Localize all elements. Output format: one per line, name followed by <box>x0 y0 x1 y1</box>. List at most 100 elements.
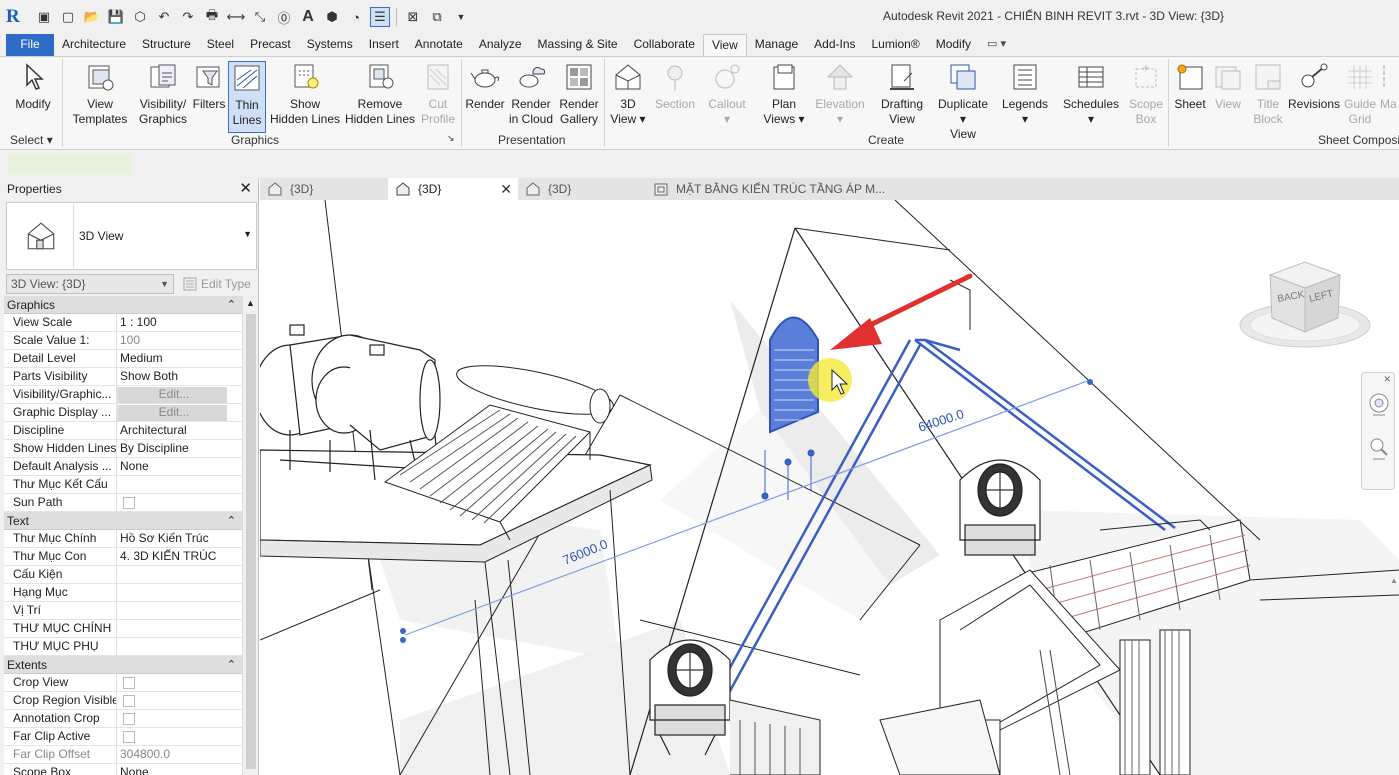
property-value[interactable]: 4. 3D KIẾN TRÚC <box>116 548 242 566</box>
property-value[interactable]: Hồ Sơ Kiến Trúc <box>116 530 242 548</box>
scope-box-button[interactable]: Scope Box <box>1124 61 1168 127</box>
view-tab-3d-1[interactable]: {3D} <box>260 178 388 200</box>
plan-views-button[interactable]: Plan Views ▾ <box>762 61 806 127</box>
edit-type-button[interactable]: Edit Type <box>181 274 251 294</box>
property-checkbox[interactable] <box>123 695 135 707</box>
tab-annotate[interactable]: Annotate <box>407 34 471 56</box>
revisions-button[interactable]: Revisions <box>1288 61 1340 112</box>
tab-precast[interactable]: Precast <box>242 34 299 56</box>
schedules-button[interactable]: Schedules ▾ <box>1062 61 1120 127</box>
property-group-header[interactable]: Graphics ⌃ <box>4 296 242 314</box>
view-tab-3d-3[interactable]: {3D} <box>518 178 646 200</box>
tag-icon[interactable]: ⓪ <box>274 7 294 27</box>
tab-insert[interactable]: Insert <box>361 34 407 56</box>
tab-architecture[interactable]: Architecture <box>54 34 134 56</box>
filters-button[interactable]: Filters <box>192 61 226 112</box>
section-icon[interactable]: ◔ <box>346 7 366 27</box>
close-icon[interactable]: ✕ <box>239 178 252 200</box>
property-checkbox[interactable] <box>123 497 135 509</box>
property-value[interactable] <box>116 494 242 512</box>
property-value[interactable] <box>116 476 242 494</box>
collapse-icon[interactable]: ⌃ <box>227 656 236 674</box>
canvas-scrollbar[interactable]: ▲ <box>1389 200 1399 775</box>
legends-button[interactable]: Legends ▾ <box>1000 61 1050 127</box>
property-value[interactable]: Show Both <box>116 368 242 386</box>
property-value[interactable] <box>116 728 242 746</box>
property-checkbox[interactable] <box>123 731 135 743</box>
properties-scrollbar[interactable]: ▲ <box>242 296 258 775</box>
tab-modify[interactable]: Modify <box>928 34 979 56</box>
property-value[interactable] <box>116 674 242 692</box>
3d-view-icon[interactable]: ⬢ <box>322 7 342 27</box>
render-in-cloud-button[interactable]: Render in Cloud <box>508 61 554 127</box>
property-value[interactable] <box>116 692 242 710</box>
callout-button[interactable]: Callout ▾ <box>704 61 750 127</box>
text-icon[interactable]: A <box>298 7 318 27</box>
scrollbar-thumb[interactable] <box>246 314 256 769</box>
collapse-icon[interactable]: ⌃ <box>227 296 236 314</box>
section-button[interactable]: Section <box>652 61 698 112</box>
steering-wheel-icon[interactable] <box>1367 391 1391 419</box>
tab-analyze[interactable]: Analyze <box>471 34 530 56</box>
elevation-button[interactable]: Elevation ▾ <box>812 61 868 127</box>
guide-grid-button[interactable]: Guide Grid <box>1340 61 1380 127</box>
drafting-view-button[interactable]: Drafting View <box>876 61 928 127</box>
open-icon[interactable]: 📂 <box>82 7 102 27</box>
property-value[interactable]: By Discipline <box>116 440 242 458</box>
view-tab-floor-plan[interactable]: MẶT BẰNG KIẾN TRÚC TẦNG ÁP M... <box>646 178 906 200</box>
close-hidden-icon[interactable]: ⊠ <box>403 7 423 27</box>
property-value[interactable] <box>116 620 242 638</box>
switch-windows-icon[interactable]: ⧉ <box>427 7 447 27</box>
redo-icon[interactable]: ↷ <box>178 7 198 27</box>
instance-selector[interactable]: 3D View: {3D} ▼ <box>6 274 174 294</box>
cut-profile-button[interactable]: Cut Profile <box>418 61 458 127</box>
property-checkbox[interactable] <box>123 677 135 689</box>
sync-icon[interactable]: ⬡ <box>130 7 150 27</box>
edit-button[interactable]: Edit... <box>117 405 227 421</box>
tab-systems[interactable]: Systems <box>299 34 361 56</box>
matchline-button[interactable]: Ma <box>1380 61 1399 112</box>
tab-structure[interactable]: Structure <box>134 34 199 56</box>
property-value[interactable]: 1 : 100 <box>116 314 242 332</box>
tab-collaborate[interactable]: Collaborate <box>626 34 703 56</box>
render-gallery-button[interactable]: Render Gallery <box>556 61 602 127</box>
tab-lumion[interactable]: Lumion® <box>864 34 928 56</box>
property-value[interactable]: 304800.0 <box>116 746 242 764</box>
property-group-header[interactable]: Extents ⌃ <box>4 656 242 674</box>
property-value[interactable]: Architectural <box>116 422 242 440</box>
close-tab-icon[interactable]: ✕ <box>500 178 512 200</box>
tab-manage[interactable]: Manage <box>747 34 806 56</box>
property-value[interactable]: Edit... <box>116 386 242 404</box>
chevron-down-icon[interactable]: ▼ <box>243 229 252 239</box>
property-value[interactable] <box>116 584 242 602</box>
zoom-icon[interactable] <box>1367 435 1391 463</box>
revit-logo-icon[interactable]: R <box>6 6 28 28</box>
title-block-button[interactable]: Title Block <box>1248 61 1288 127</box>
render-button[interactable]: Render <box>464 61 506 112</box>
property-value[interactable] <box>116 710 242 728</box>
property-value[interactable]: 100 <box>116 332 242 350</box>
select-dropdown[interactable]: Select ▾ <box>10 133 53 147</box>
collapse-icon[interactable]: ⌃ <box>227 512 236 530</box>
property-value[interactable]: None <box>116 458 242 476</box>
property-value[interactable]: None <box>116 764 242 775</box>
ribbon-minimize-button[interactable]: ▭ ▾ <box>979 34 1014 56</box>
sheet-button[interactable]: Sheet <box>1172 61 1208 112</box>
show-hidden-lines-button[interactable]: Show Hidden Lines <box>268 61 342 127</box>
measure-icon[interactable]: ⟷ <box>226 7 246 27</box>
print-icon[interactable]: 🖶 <box>202 7 222 27</box>
remove-hidden-lines-button[interactable]: Remove Hidden Lines <box>344 61 416 127</box>
type-selector[interactable]: 3D View ▼ <box>6 202 257 270</box>
edit-button[interactable]: Edit... <box>117 387 227 403</box>
property-checkbox[interactable] <box>123 713 135 725</box>
property-value[interactable] <box>116 638 242 656</box>
home-icon[interactable]: ▣ <box>34 7 54 27</box>
tab-view[interactable]: View <box>702 34 747 56</box>
undo-icon[interactable]: ↶ <box>154 7 174 27</box>
property-value[interactable] <box>116 566 242 584</box>
duplicate-view-button[interactable]: Duplicate ▾ View <box>934 61 992 142</box>
new-icon[interactable]: ▢ <box>58 7 78 27</box>
property-value[interactable] <box>116 602 242 620</box>
thin-lines-button[interactable]: Thin Lines <box>228 61 266 133</box>
place-view-button[interactable]: View <box>1210 61 1246 112</box>
